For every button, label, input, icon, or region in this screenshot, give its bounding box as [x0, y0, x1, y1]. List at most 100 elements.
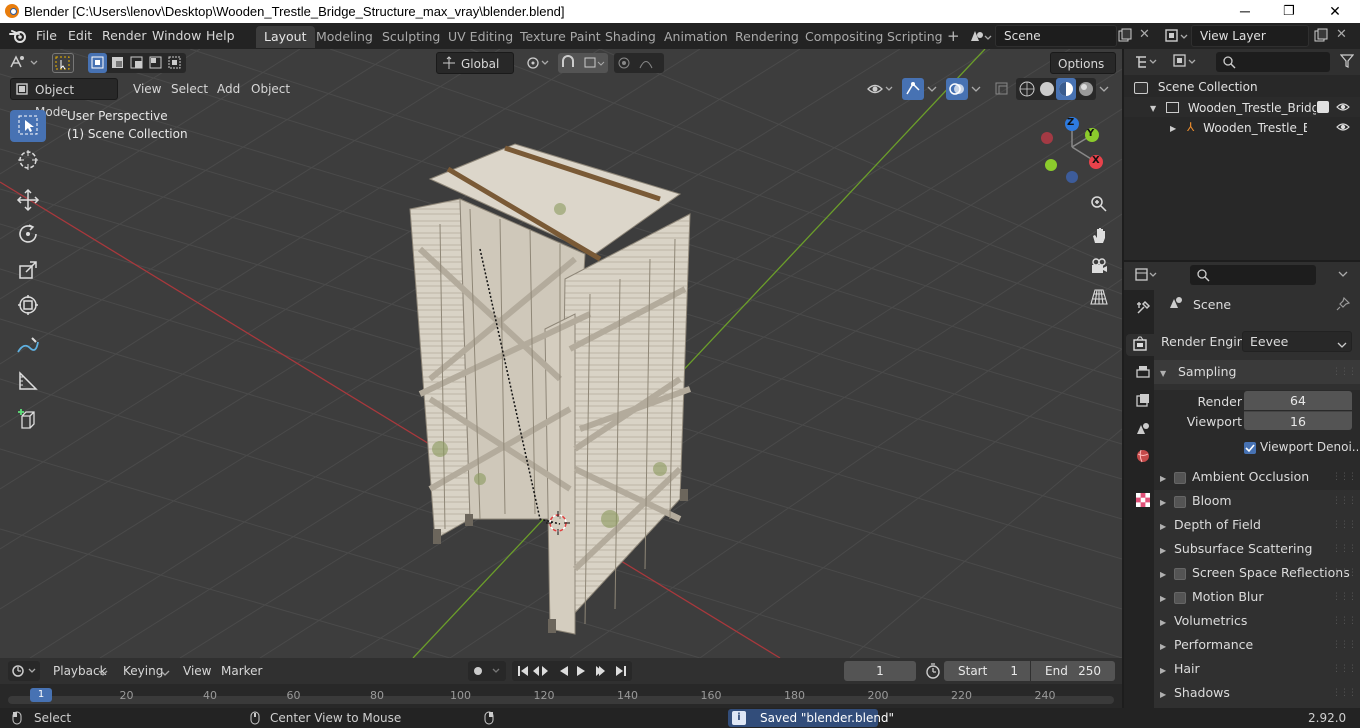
viewport-denoise-row[interactable]: Viewport Denoi... [1244, 435, 1358, 459]
menu-file[interactable]: File [36, 28, 57, 43]
panel-motion-blur[interactable]: ▶ Motion Blur ⋮⋮⋮ [1154, 585, 1360, 609]
drag-handle-icon[interactable]: ⋮⋮⋮ [1332, 513, 1357, 537]
maximize-button[interactable]: ❐ [1266, 0, 1312, 23]
gizmo-toggle-icon[interactable] [902, 78, 924, 100]
current-frame-field[interactable]: 1 [844, 661, 916, 681]
drag-handle-icon[interactable]: ⋮⋮⋮ [1332, 585, 1357, 609]
minimize-button[interactable]: ─ [1222, 0, 1268, 23]
new-view-layer-icon[interactable] [1314, 28, 1328, 45]
tab-scripting[interactable]: Scripting [879, 26, 951, 48]
properties-editor-type-icon[interactable] [1134, 267, 1160, 286]
xray-toggle-icon[interactable] [994, 81, 1010, 100]
options-dropdown[interactable]: Options [1050, 52, 1116, 74]
viewport-denoise-checkbox[interactable] [1244, 441, 1256, 454]
drag-handle-icon[interactable]: ⋮⋮⋮ [1332, 609, 1357, 633]
snap-toggle-icon[interactable] [558, 53, 608, 73]
tab-tool[interactable] [1132, 298, 1154, 320]
remove-scene-icon[interactable]: ✕ [1139, 27, 1150, 42]
object-expand-icon[interactable]: ▶ [1170, 124, 1176, 133]
panel-enable-checkbox[interactable] [1174, 471, 1186, 484]
overlays-toggle-icon[interactable] [946, 78, 968, 100]
tab-texture-paint[interactable]: Texture Paint [512, 26, 609, 48]
outliner-search-field[interactable] [1216, 52, 1330, 72]
view-layer-icon[interactable] [1164, 27, 1190, 48]
new-scene-icon[interactable] [1118, 28, 1132, 45]
zoom-button[interactable] [1086, 192, 1112, 218]
pin-icon[interactable] [1336, 295, 1351, 319]
drag-handle-icon[interactable]: ⋮⋮⋮ [1332, 360, 1357, 384]
panel-enable-checkbox[interactable] [1174, 495, 1186, 508]
timeline-view-menu[interactable]: View [176, 660, 218, 682]
display-mode-icon[interactable] [1172, 53, 1200, 74]
select-box-tool-icon[interactable] [52, 53, 74, 73]
perspective-toggle-button[interactable] [1086, 285, 1112, 311]
panel-enable-checkbox[interactable] [1174, 567, 1186, 580]
add-workspace-icon[interactable]: + [947, 27, 960, 45]
panel-screen-space-reflections[interactable]: ▶ Screen Space Reflections ⋮⋮⋮ [1154, 561, 1360, 585]
collection-eye-icon[interactable] [1336, 100, 1350, 117]
sampling-viewport-field[interactable]: 16 [1244, 411, 1352, 430]
drag-handle-icon[interactable]: ⋮⋮⋮ [1332, 633, 1357, 657]
object-eye-icon[interactable] [1336, 120, 1350, 137]
add-cube-tool-button[interactable] [10, 405, 46, 437]
tab-animation[interactable]: Animation [656, 26, 736, 48]
playhead-frame-badge[interactable]: 1 [30, 688, 52, 702]
menu-select[interactable]: Select [164, 78, 215, 100]
remove-view-layer-icon[interactable]: ✕ [1336, 27, 1347, 42]
panel-ambient-occlusion[interactable]: ▶ Ambient Occlusion ⋮⋮⋮ [1154, 465, 1360, 489]
scene-name-field[interactable]: Scene [995, 25, 1117, 47]
outliner-scene-collection[interactable]: Scene Collection [1134, 77, 1354, 97]
navigation-gizmo[interactable]: Z Y X [1030, 109, 1116, 187]
measure-tool-button[interactable] [10, 366, 46, 398]
select-tool-button[interactable] [10, 110, 46, 142]
menu-render[interactable]: Render [102, 28, 147, 43]
menu-view[interactable]: View [126, 78, 168, 100]
panel-depth-of-field[interactable]: ▶ Depth of Field ⋮⋮⋮ [1154, 513, 1360, 537]
outliner-editor-type-icon[interactable] [1134, 54, 1160, 73]
panel-bloom[interactable]: ▶ Bloom ⋮⋮⋮ [1154, 489, 1360, 513]
cursor-tool-button[interactable] [10, 145, 46, 177]
timeline-editor-type-icon[interactable] [8, 661, 40, 681]
filter-icon[interactable] [1339, 54, 1355, 71]
drag-handle-icon[interactable]: ⋮⋮⋮ [1332, 537, 1357, 561]
rotate-tool-button[interactable] [10, 219, 46, 251]
close-button[interactable]: ✕ [1312, 0, 1358, 23]
tab-compositing[interactable]: Compositing [797, 26, 891, 48]
start-frame-field[interactable]: Start 1 [944, 661, 1030, 681]
tab-render[interactable] [1126, 334, 1154, 356]
drag-handle-icon[interactable]: ⋮⋮⋮ [1332, 561, 1357, 585]
menu-window[interactable]: Window [152, 28, 201, 43]
auto-keying-toggle[interactable] [468, 661, 506, 681]
editor-type-icon[interactable] [8, 53, 42, 74]
tab-shading[interactable]: Shading [597, 26, 664, 48]
tab-rendering[interactable]: Rendering [727, 26, 807, 48]
tab-view-layer[interactable] [1132, 390, 1154, 412]
menu-help[interactable]: Help [206, 28, 235, 43]
tab-output[interactable] [1132, 362, 1154, 384]
3d-viewport[interactable]: Global Options Object Mode View Select A… [0, 49, 1122, 658]
menu-add[interactable]: Add [210, 78, 247, 100]
panel-performance[interactable]: ▶ Performance ⋮⋮⋮ [1154, 633, 1360, 657]
annotate-tool-button[interactable] [10, 331, 46, 363]
timeline-ruler[interactable]: 1 20 40 60 80 100 120 140 160 180 200 220 240 [0, 684, 1122, 708]
drag-handle-icon[interactable]: ⋮⋮⋮ [1332, 657, 1357, 681]
timeline-scrollbar[interactable] [8, 696, 1114, 704]
view-layer-field[interactable]: View Layer [1191, 25, 1309, 47]
proportional-editing-icon[interactable] [614, 53, 664, 73]
tab-layout[interactable]: Layout [256, 26, 315, 48]
panel-volumetrics[interactable]: ▶ Volumetrics ⋮⋮⋮ [1154, 609, 1360, 633]
panel-hair[interactable]: ▶ Hair ⋮⋮⋮ [1154, 657, 1360, 681]
overlays-dropdown-icon[interactable] [970, 82, 982, 99]
tab-texture[interactable] [1132, 490, 1154, 512]
tab-scene[interactable] [1132, 418, 1154, 440]
tab-uv-editing[interactable]: UV Editing [440, 26, 521, 48]
render-engine-dropdown[interactable]: Eevee [1242, 331, 1352, 352]
pan-button[interactable] [1086, 223, 1112, 249]
drag-handle-icon[interactable]: ⋮⋮⋮ [1332, 465, 1357, 489]
timeline-marker-menu[interactable]: Marker [214, 660, 269, 682]
gizmo-dropdown-icon[interactable] [926, 82, 938, 99]
sampling-render-field[interactable]: 64 [1244, 391, 1352, 410]
visibility-eye-icon[interactable] [866, 80, 896, 101]
outliner-collection-row[interactable]: ▼ Wooden_Trestle_Bridge_S [1124, 97, 1360, 117]
preview-range-clock-icon[interactable] [925, 663, 941, 682]
